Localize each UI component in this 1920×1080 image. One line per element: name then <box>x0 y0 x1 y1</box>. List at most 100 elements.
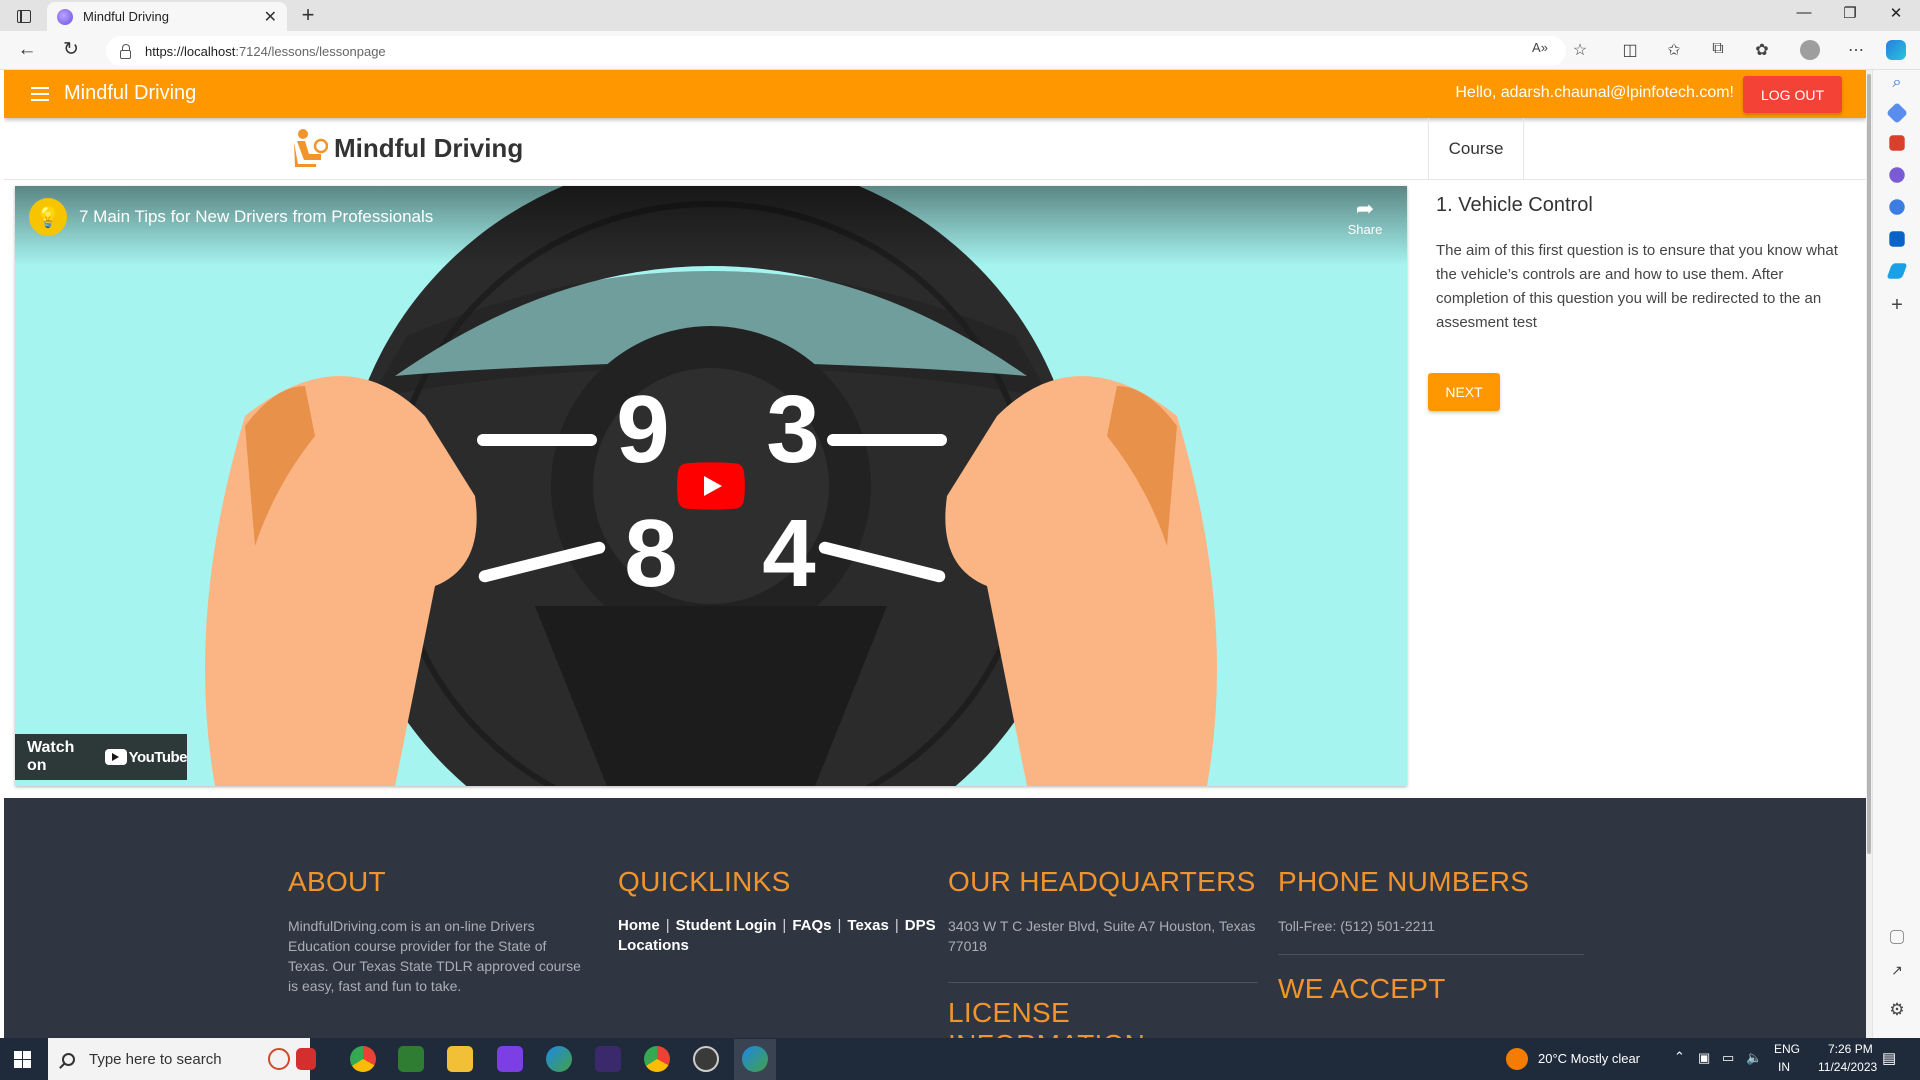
taskbar-gift-icon[interactable] <box>296 1048 316 1070</box>
app-bar: Mindful Driving Hello, adarsh.chaunal@lp… <box>4 70 1866 118</box>
footer-quicklinks: QUICKLINKS Home | Student Login | FAQs | Texas… <box>618 866 938 956</box>
share-label: Share <box>1347 222 1383 237</box>
sidebar-games-icon[interactable] <box>1889 167 1905 183</box>
browser-tab-strip: Mindful Driving ✕ + — ❐ ✕ <box>0 0 1920 31</box>
taskbar-terminal-icon[interactable] <box>595 1046 621 1072</box>
sidebar-send-icon[interactable] <box>1886 263 1908 279</box>
quicklink-student-login[interactable]: Student Login <box>676 917 777 934</box>
quicklinks-heading: QUICKLINKS <box>618 866 791 897</box>
read-aloud-icon[interactable]: A» <box>1528 40 1552 55</box>
tab-actions-icon[interactable] <box>10 5 38 27</box>
taskbar-tools-icon[interactable] <box>398 1046 424 1072</box>
next-button[interactable]: NEXT <box>1428 373 1500 411</box>
taskbar-chrome-profile-icon[interactable] <box>644 1046 670 1072</box>
minimize-icon[interactable]: — <box>1782 4 1826 21</box>
taskbar-edge-icon[interactable] <box>546 1046 572 1072</box>
tab-title: Mindful Driving <box>83 9 169 24</box>
taskbar-file-explorer-icon[interactable] <box>447 1046 473 1072</box>
extensions-icon[interactable]: ✿ <box>1750 40 1774 60</box>
sidebar-outlook-icon[interactable] <box>1889 231 1905 247</box>
notification-icon[interactable]: ▤ <box>1882 1049 1896 1067</box>
site-logo[interactable]: Mindful Driving <box>292 128 523 168</box>
web-page: Mindful Driving Hello, adarsh.chaunal@lp… <box>4 70 1866 1038</box>
refresh-icon[interactable]: ↻ <box>58 39 84 63</box>
weather-text[interactable]: 20°C Mostly clear <box>1538 1051 1640 1066</box>
sidebar-tools-icon[interactable] <box>1889 135 1905 151</box>
quicklinks-list: Home | Student Login | FAQs | Texas | DPS Locati… <box>618 917 936 954</box>
footer-headquarters: OUR HEADQUARTERS 3403 W T C Jester Blvd,… <box>948 866 1258 1038</box>
restore-icon[interactable]: ❐ <box>1828 4 1872 22</box>
taskbar-edge-active-icon[interactable] <box>742 1046 768 1072</box>
quicklink-faqs[interactable]: FAQs <box>792 917 831 934</box>
tray-display-icon[interactable]: ▭ <box>1722 1050 1734 1066</box>
logo-text: Mindful Driving <box>334 132 524 163</box>
app-title[interactable]: Mindful Driving <box>64 82 196 105</box>
weather-icon[interactable] <box>1506 1048 1528 1070</box>
driver-logo-icon <box>294 129 328 167</box>
taskbar-chrome-icon[interactable] <box>350 1046 376 1072</box>
tab-close-icon[interactable]: ✕ <box>264 7 277 27</box>
scrollbar-thumb[interactable] <box>1867 74 1871 854</box>
hq-address: 3403 W T C Jester Blvd, Suite A7 Houston… <box>948 918 1256 954</box>
sidebar-hide-icon[interactable] <box>1890 930 1904 944</box>
tray-language-eng[interactable]: ENG <box>1774 1042 1800 1056</box>
lock-icon <box>120 43 131 59</box>
split-screen-icon[interactable]: ◫ <box>1618 40 1642 60</box>
about-heading: ABOUT <box>288 866 386 897</box>
quicklink-texas[interactable]: Texas <box>847 917 888 934</box>
tray-date[interactable]: 11/24/2023 <box>1818 1060 1877 1074</box>
url-path: :7124/lessons/lessonpage <box>235 43 386 59</box>
channel-lightbulb-icon[interactable]: 💡 <box>29 198 67 236</box>
quicklink-dps[interactable]: DPS <box>905 917 936 934</box>
sidebar-search-icon[interactable]: ⌕ <box>1886 74 1908 96</box>
new-tab-button[interactable]: + <box>295 3 321 29</box>
windows-start-icon[interactable] <box>14 1051 31 1068</box>
nav-course-link[interactable]: Course <box>1428 118 1524 180</box>
collections-icon[interactable]: ⧉ <box>1706 40 1730 58</box>
accept-heading: WE ACCEPT <box>1278 973 1446 1004</box>
about-text: MindfulDriving.com is an on-line Drivers… <box>288 918 581 994</box>
tray-network-icon[interactable]: ▣ <box>1698 1050 1710 1066</box>
quicklink-home[interactable]: Home <box>618 917 660 934</box>
favorites-icon[interactable]: ✩ <box>1662 40 1686 60</box>
logout-button[interactable]: LOG OUT <box>1743 76 1842 113</box>
taskbar-visual-studio-icon[interactable] <box>497 1046 523 1072</box>
close-window-icon[interactable]: ✕ <box>1874 4 1918 22</box>
tray-time[interactable]: 7:26 PM <box>1828 1042 1873 1056</box>
license-heading: LICENSE INFORMATION <box>948 997 1145 1038</box>
tab-favicon-icon <box>57 8 73 25</box>
wheel-number-4: 4 <box>762 500 815 607</box>
play-button-icon[interactable] <box>677 462 745 510</box>
sidebar-add-icon[interactable]: + <box>1886 294 1908 316</box>
tray-chevron-icon[interactable]: ⌃ <box>1674 1049 1685 1065</box>
url-field[interactable]: https://localhost:7124/lessons/lessonpag… <box>106 36 1566 66</box>
url-text: https://localhost:7124/lessons/lessonpag… <box>145 44 386 59</box>
sidebar-office-icon[interactable] <box>1889 199 1905 215</box>
favorite-star-icon[interactable]: ☆ <box>1568 40 1592 60</box>
watch-on-youtube-button[interactable]: Watch on YouTube <box>15 734 188 780</box>
search-icon <box>62 1052 75 1066</box>
windows-taskbar: Type here to search 20°C Mostly clear ⌃ … <box>0 1038 1920 1080</box>
taskbar-obs-icon[interactable] <box>693 1046 719 1072</box>
phone-heading: PHONE NUMBERS <box>1278 866 1530 897</box>
tray-volume-icon[interactable]: 🔈 <box>1746 1050 1762 1066</box>
menu-icon[interactable] <box>31 87 49 101</box>
browser-tab[interactable]: Mindful Driving ✕ <box>47 2 287 31</box>
profile-avatar-icon[interactable] <box>1798 40 1822 60</box>
quicklink-locations[interactable]: Locations <box>618 937 689 954</box>
phone-text: Toll-Free: (512) 501-2211 <box>1278 918 1435 934</box>
video-title[interactable]: 7 Main Tips for New Drivers from Profess… <box>79 207 433 227</box>
tray-language-in[interactable]: IN <box>1778 1060 1790 1074</box>
sidebar-external-icon[interactable]: ↗ <box>1886 962 1908 984</box>
sidebar-settings-icon[interactable]: ⚙ <box>1886 1000 1908 1022</box>
sidebar-shopping-icon[interactable] <box>1886 102 1908 124</box>
taskbar-clock-icon[interactable] <box>268 1048 290 1070</box>
footer-divider <box>948 982 1258 983</box>
video-player[interactable]: 9 3 8 4 💡 7 Main Tips for New Drivers fr… <box>15 186 1407 786</box>
back-icon[interactable]: ← <box>14 39 40 63</box>
share-button[interactable]: ➦ Share <box>1335 196 1395 237</box>
copilot-icon[interactable] <box>1884 40 1908 60</box>
site-header: Mindful Driving Course <box>4 118 1866 180</box>
more-menu-icon[interactable]: ⋯ <box>1844 40 1868 60</box>
url-host: https://localhost <box>145 43 236 59</box>
